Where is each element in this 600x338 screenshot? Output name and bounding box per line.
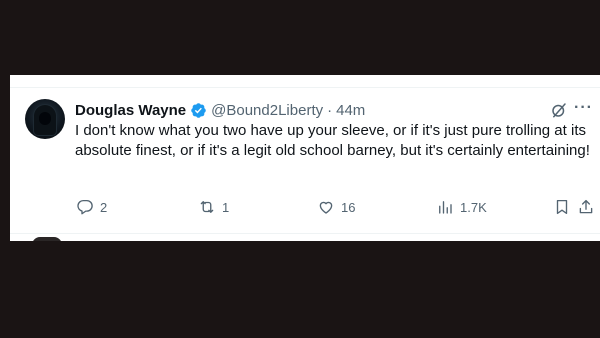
action-bar: 2 1 16 1.7K [70, 196, 595, 218]
verified-badge-icon [190, 102, 207, 119]
author-name[interactable]: Douglas Wayne [75, 102, 186, 119]
separator-dot: · [327, 101, 333, 119]
avatar[interactable] [25, 99, 65, 139]
repost-icon [200, 201, 214, 213]
timestamp[interactable]: 44m [336, 102, 365, 119]
like-button[interactable]: 16 [317, 196, 355, 218]
views-icon [439, 201, 452, 214]
views-button[interactable]: 1.7K [436, 196, 487, 218]
like-icon [319, 201, 333, 214]
more-icon[interactable]: ··· [574, 99, 593, 117]
reply-count: 2 [100, 199, 108, 215]
letterbox-bottom [0, 241, 600, 338]
bookmark-button[interactable] [553, 196, 571, 218]
divider [10, 87, 600, 88]
reply-button[interactable]: 2 [76, 196, 107, 218]
avatar-face [39, 112, 51, 125]
divider [10, 233, 600, 234]
repost-count: 1 [222, 199, 230, 215]
letterbox-top [0, 0, 600, 75]
tweet-header: Douglas Wayne @Bound2Liberty · 44m [75, 99, 365, 121]
bookmark-icon [556, 199, 568, 215]
reply-icon [77, 199, 93, 215]
tweet-card[interactable]: Douglas Wayne @Bound2Liberty · 44m ··· I… [10, 75, 600, 245]
grok-icon[interactable] [550, 101, 568, 119]
repost-button[interactable]: 1 [198, 196, 229, 218]
author-handle[interactable]: @Bound2Liberty [211, 102, 323, 119]
share-icon [579, 199, 593, 214]
tweet-text: I don't know what you two have up your s… [75, 122, 590, 159]
views-count: 1.7K [460, 199, 487, 215]
share-button[interactable] [577, 196, 595, 218]
like-count: 16 [341, 199, 356, 215]
